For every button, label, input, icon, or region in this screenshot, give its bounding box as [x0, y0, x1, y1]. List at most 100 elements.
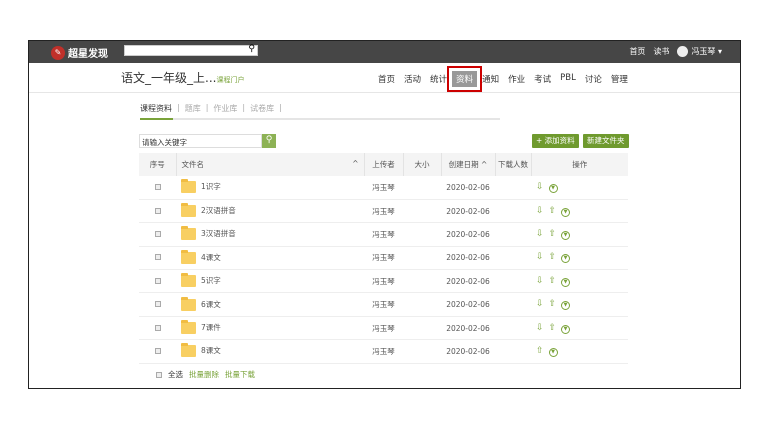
file-name[interactable]: 3汉语拼音: [201, 229, 236, 238]
user-menu[interactable]: 冯玉琴 ▾: [677, 46, 722, 57]
file-name[interactable]: 7课件: [201, 323, 221, 332]
upload-icon[interactable]: ⇧: [549, 229, 557, 239]
new-folder-button[interactable]: 新建文件夹: [583, 134, 629, 148]
nav-exam[interactable]: 考试: [530, 71, 555, 87]
file-name-cell[interactable]: 6课文: [176, 292, 364, 317]
row-select[interactable]: [139, 316, 176, 341]
upload-icon[interactable]: ⇧: [549, 252, 557, 262]
uploader: 冯玉琴: [364, 269, 403, 294]
select-all-checkbox[interactable]: [156, 371, 162, 378]
file-name-cell[interactable]: 5识字: [176, 269, 364, 294]
nav-homework[interactable]: 作业: [504, 71, 529, 87]
row-checkbox[interactable]: [154, 277, 161, 284]
nav-pbl[interactable]: PBL: [556, 71, 580, 87]
download-icon[interactable]: ⇩: [536, 323, 544, 333]
folder-icon: [181, 226, 196, 241]
upload-icon[interactable]: ⇧: [536, 346, 544, 356]
file-size: [403, 246, 441, 271]
row-checkbox[interactable]: [154, 183, 161, 190]
row-select[interactable]: [139, 339, 176, 364]
folder-icon: [181, 273, 196, 288]
file-name[interactable]: 4课文: [201, 253, 221, 262]
keyword-search-input[interactable]: 请输入关键字: [139, 134, 262, 148]
row-select[interactable]: [139, 269, 176, 294]
col-date[interactable]: 创建日期 ^: [441, 153, 496, 176]
file-name-cell[interactable]: 7课件: [176, 316, 364, 341]
global-search-input[interactable]: ⚲: [124, 44, 258, 56]
file-size: [403, 292, 441, 317]
download-icon[interactable]: ⇩: [536, 252, 544, 262]
more-options-icon[interactable]: ▼: [561, 277, 571, 287]
row-select[interactable]: [139, 222, 176, 247]
course-portal-link[interactable]: 课程门户: [216, 76, 244, 84]
logo-icon: ✎: [51, 45, 65, 60]
file-name[interactable]: 8课文: [201, 346, 221, 355]
upload-icon[interactable]: ⇧: [549, 276, 557, 286]
nav-manage[interactable]: 管理: [607, 71, 632, 87]
tab-homework-bank[interactable]: 作业库: [213, 103, 237, 114]
add-material-button[interactable]: + 添加资料: [532, 134, 579, 148]
download-icon[interactable]: ⇩: [536, 229, 544, 239]
upload-icon[interactable]: ⇧: [549, 206, 557, 216]
more-options-icon[interactable]: ▼: [561, 230, 571, 240]
row-actions: ⇧ ▼: [531, 339, 628, 364]
folder-icon: [181, 203, 196, 218]
file-name[interactable]: 2汉语拼音: [201, 206, 236, 215]
top-link-books[interactable]: 读书: [653, 46, 669, 57]
nav-activity[interactable]: 活动: [400, 71, 425, 87]
search-icon[interactable]: ⚲: [248, 44, 255, 54]
download-icon[interactable]: ⇩: [536, 182, 544, 192]
col-filename[interactable]: 文件名 ^: [176, 153, 365, 176]
more-options-icon[interactable]: ▼: [561, 254, 571, 264]
download-icon[interactable]: ⇩: [536, 299, 544, 309]
file-name-cell[interactable]: 1识字: [176, 176, 364, 200]
row-checkbox[interactable]: [154, 301, 161, 308]
more-options-icon[interactable]: ▼: [561, 301, 571, 311]
file-name-cell[interactable]: 3汉语拼音: [176, 222, 364, 247]
file-name[interactable]: 6课文: [201, 300, 221, 309]
more-options-icon[interactable]: ▼: [548, 183, 558, 193]
file-name[interactable]: 5识字: [201, 276, 221, 285]
upload-icon[interactable]: ⇧: [549, 323, 557, 333]
nav-home[interactable]: 首页: [374, 71, 399, 87]
nav-materials[interactable]: 资料: [447, 66, 483, 92]
file-name-cell[interactable]: 2汉语拼音: [176, 199, 364, 224]
top-bar: ✎ 超星发现 ⚲ 首页 读书 冯玉琴 ▾: [29, 41, 740, 63]
file-name-cell[interactable]: 8课文: [176, 339, 364, 364]
row-checkbox[interactable]: [154, 347, 161, 354]
tab-course-materials[interactable]: 课程资料: [140, 103, 172, 114]
upload-icon[interactable]: ⇧: [549, 299, 557, 309]
uploader: 冯玉琴: [364, 176, 403, 200]
user-name: 冯玉琴: [691, 47, 716, 56]
uploader: 冯玉琴: [364, 292, 403, 317]
row-checkbox[interactable]: [154, 254, 161, 261]
top-link-home[interactable]: 首页: [629, 46, 645, 57]
nav-notice[interactable]: 通知: [478, 71, 503, 87]
row-select[interactable]: [139, 292, 176, 317]
nav-discussion[interactable]: 讨论: [581, 71, 606, 87]
row-select[interactable]: [139, 246, 176, 271]
more-options-icon[interactable]: ▼: [548, 347, 558, 357]
brand-logo[interactable]: ✎ 超星发现: [51, 45, 108, 60]
col-filename-label: 文件名: [181, 160, 205, 169]
row-select[interactable]: [139, 199, 176, 224]
row-checkbox[interactable]: [154, 230, 161, 237]
batch-delete-link[interactable]: 批量删除: [189, 369, 219, 380]
row-checkbox[interactable]: [154, 324, 161, 331]
row-actions: ⇩ ⇧ ▼: [531, 269, 628, 294]
file-size: [403, 269, 441, 294]
row-checkbox[interactable]: [154, 207, 161, 214]
tab-exam-bank[interactable]: 试卷库: [250, 103, 274, 114]
more-options-icon[interactable]: ▼: [561, 207, 571, 217]
download-icon[interactable]: ⇩: [536, 276, 544, 286]
more-options-icon[interactable]: ▼: [561, 324, 571, 334]
file-name[interactable]: 1识字: [201, 182, 221, 191]
batch-download-link[interactable]: 批量下载: [225, 369, 255, 380]
folder-icon: [181, 343, 196, 358]
row-select[interactable]: [139, 176, 176, 200]
download-icon[interactable]: ⇩: [536, 206, 544, 216]
tab-question-bank[interactable]: 题库: [185, 103, 201, 114]
nav-stats[interactable]: 统计: [426, 71, 451, 87]
file-name-cell[interactable]: 4课文: [176, 246, 364, 271]
search-button[interactable]: ⚲: [262, 134, 276, 148]
